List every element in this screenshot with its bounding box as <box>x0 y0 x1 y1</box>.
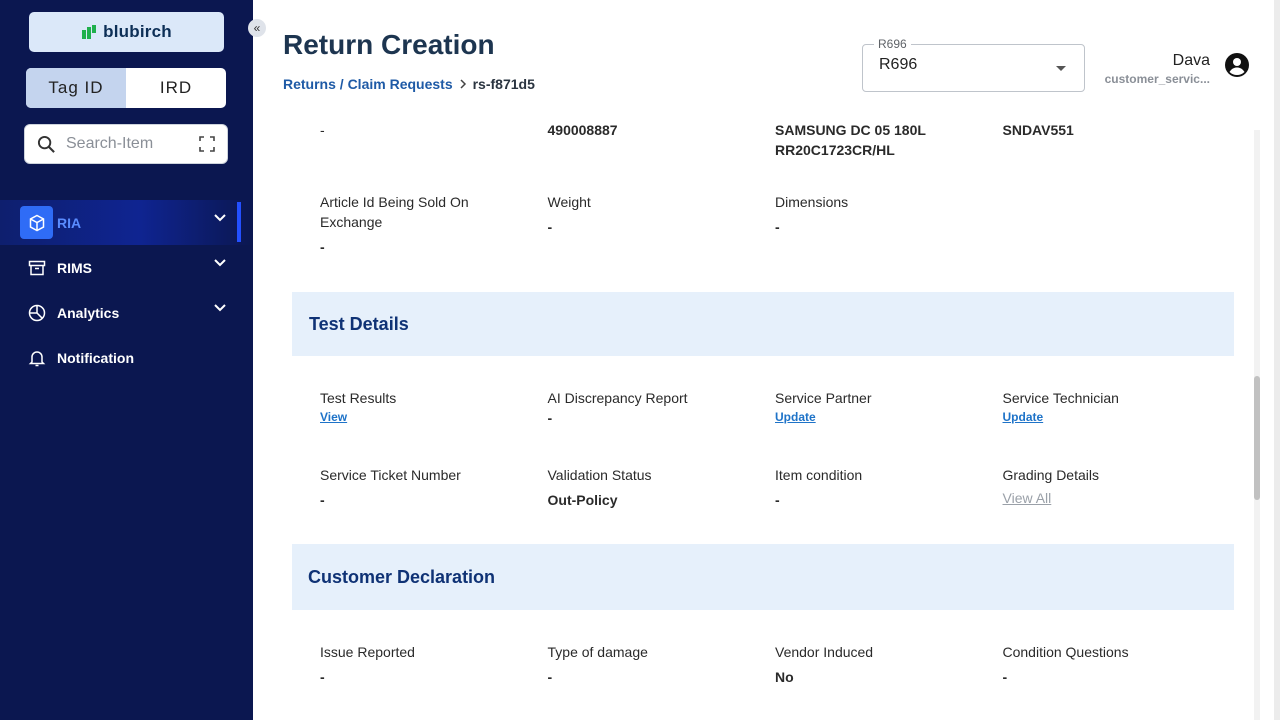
scan-icon[interactable] <box>199 136 215 152</box>
view-all-grading-link[interactable]: View All <box>1003 490 1052 506</box>
chevron-down-icon[interactable] <box>214 214 226 222</box>
field-value: 490008887 <box>547 122 618 138</box>
user-role: customer_servic... <box>1104 72 1210 86</box>
field-label: Weight <box>547 194 591 210</box>
logo[interactable]: blubirch <box>29 12 224 52</box>
scrollbar-thumb[interactable] <box>1254 376 1260 500</box>
logo-text: blubirch <box>103 22 172 41</box>
field-value: - <box>320 239 325 255</box>
chevron-down-icon[interactable] <box>214 259 226 267</box>
search-placeholder: Search-Item <box>66 135 154 152</box>
validation-status-value: Out-Policy <box>547 492 618 508</box>
breadcrumb-link[interactable]: Returns / Claim Requests <box>283 76 453 92</box>
sidebar-item-notification[interactable]: Notification <box>0 335 253 380</box>
sidebar-item-label: Notification <box>57 349 134 366</box>
tag-id-toggle-button[interactable]: Tag ID <box>26 68 126 108</box>
search-icon <box>37 135 55 153</box>
field-label: Item condition <box>775 467 863 483</box>
blubirch-logo-icon <box>82 25 97 39</box>
sidebar-item-label: RIA <box>57 214 82 231</box>
field-label: Validation Status <box>547 467 652 483</box>
view-test-results-link[interactable]: View <box>320 410 347 424</box>
field-row: Article Id Being Sold On Exchange - Weig… <box>292 192 1234 257</box>
account-circle-icon[interactable] <box>1224 52 1250 78</box>
field-label: Type of damage <box>547 644 648 660</box>
field-row: Test Results View AI Discrepancy Report … <box>292 388 1234 428</box>
sidebar: blubirch Tag ID IRD Search-Item RIA RIMS <box>0 0 253 720</box>
breadcrumb: Returns / Claim Requests rs-f871d5 <box>283 76 535 92</box>
user-info[interactable]: Dava customer_servic... <box>1105 52 1210 86</box>
section-header-test-details: Test Details <box>292 292 1234 356</box>
field-row: Service Ticket Number - Validation Statu… <box>292 465 1234 510</box>
page-edge <box>1274 0 1280 720</box>
sidebar-item-ria[interactable]: RIA <box>0 200 253 245</box>
breadcrumb-current: rs-f871d5 <box>472 76 535 92</box>
field-label: Condition Questions <box>1002 644 1129 660</box>
collapse-sidebar-button[interactable]: « <box>248 19 266 37</box>
sidebar-item-analytics[interactable]: Analytics <box>0 290 253 335</box>
search-input[interactable]: Search-Item <box>24 124 228 164</box>
section-header-customer-declaration: Customer Declaration <box>292 544 1234 610</box>
field-value: SNDAV551 <box>1002 122 1074 138</box>
field-value: - <box>1002 669 1008 685</box>
tag-ird-toggle: Tag ID IRD <box>26 68 226 108</box>
sidebar-nav: RIA RIMS Analytics Notification <box>0 200 253 380</box>
select-legend: R696 <box>874 37 911 51</box>
update-service-technician-link[interactable]: Update <box>1003 410 1044 424</box>
field-label: Issue Reported <box>320 644 415 660</box>
page-title: Return Creation <box>283 29 495 60</box>
field-value: - <box>775 492 780 508</box>
ird-toggle-button[interactable]: IRD <box>126 68 226 108</box>
field-row: Issue Reported - Type of damage - Vendor… <box>292 642 1234 687</box>
select-value: R696 <box>879 56 918 73</box>
field-label: Service Ticket Number <box>320 467 461 483</box>
location-select[interactable]: R696 R696 <box>862 37 1085 92</box>
chevron-right-icon <box>460 79 466 89</box>
field-value: - <box>547 410 553 426</box>
sidebar-item-label: Analytics <box>57 304 120 321</box>
field-value: - <box>775 219 780 235</box>
chevron-down-icon[interactable] <box>214 304 226 312</box>
field-value-line2: RR20C1723CR/HL <box>775 142 895 158</box>
pie-chart-icon <box>28 304 46 322</box>
double-chevron-left-icon: « <box>253 21 261 35</box>
field-value: - <box>547 219 553 235</box>
dropdown-arrow-icon <box>1056 66 1066 71</box>
field-label: Dimensions <box>775 194 849 210</box>
field-label: Article Id Being Sold On Exchange <box>320 194 469 230</box>
field-value: - <box>320 492 325 508</box>
field-label: Service Partner <box>775 390 872 406</box>
archive-icon <box>28 259 46 277</box>
detail-content: - 490008887 SAMSUNG DC 05 180L RR20C1723… <box>292 110 1234 720</box>
field-label: Vendor Induced <box>775 644 874 660</box>
field-value: SAMSUNG DC 05 180L <box>775 122 926 138</box>
update-service-partner-link[interactable]: Update <box>775 410 816 424</box>
field-value: No <box>775 669 794 685</box>
field-label: Test Results <box>320 390 397 406</box>
field-label: Service Technician <box>1002 390 1119 406</box>
field-value: - <box>547 669 553 685</box>
sidebar-item-rims[interactable]: RIMS <box>0 245 253 290</box>
field-value: - <box>320 669 325 685</box>
box-icon <box>20 206 53 239</box>
partial-row: - 490008887 SAMSUNG DC 05 180L RR20C1723… <box>292 120 1234 160</box>
bell-icon <box>28 349 46 367</box>
field-value: - <box>320 122 325 138</box>
field-label: AI Discrepancy Report <box>547 390 688 406</box>
sidebar-item-label: RIMS <box>57 259 92 276</box>
field-label: Grading Details <box>1002 467 1100 483</box>
user-name: Dava <box>1172 52 1210 69</box>
